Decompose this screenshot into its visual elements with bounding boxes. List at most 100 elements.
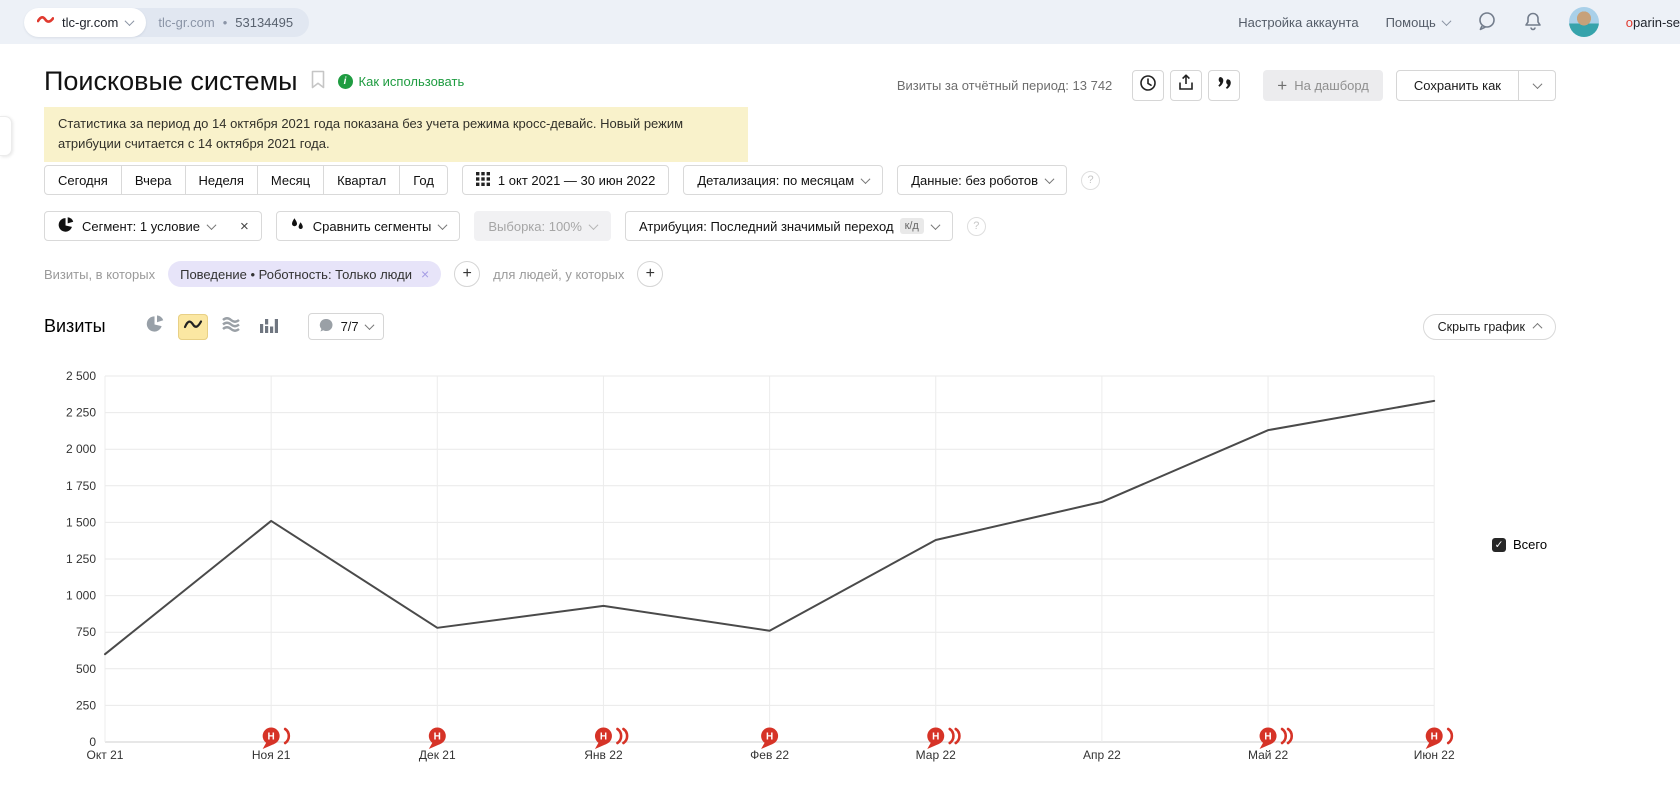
visits-period-label: Визиты за отчётный период: xyxy=(896,78,1069,93)
sidebar-toggle-flap[interactable] xyxy=(0,116,12,156)
avatar[interactable] xyxy=(1568,7,1599,37)
save-as-button[interactable]: Сохранить как xyxy=(1395,70,1519,101)
compare-segments-dropdown[interactable]: Сравнить сегменты xyxy=(275,211,461,241)
area-chart-icon xyxy=(221,316,241,337)
detalization-dropdown[interactable]: Детализация: по месяцам xyxy=(683,165,884,195)
counter-selector[interactable]: tlc-gr.com xyxy=(24,7,147,37)
column-chart-type-button[interactable] xyxy=(254,314,284,340)
attribution-badge: к/д xyxy=(899,218,924,234)
save-as-dropdown[interactable] xyxy=(1519,70,1556,101)
annotations-dropdown[interactable]: 7/7 xyxy=(307,313,384,340)
period-tab-3[interactable]: Месяц xyxy=(256,165,325,195)
svg-text:Н: Н xyxy=(434,732,441,743)
add-to-dashboard-label: На дашборд xyxy=(1294,78,1369,93)
y-axis-tick: 2 500 xyxy=(66,369,96,383)
help-menu[interactable]: Помощь xyxy=(1386,15,1452,30)
cross-device-notice: Статистика за период до 14 октября 2021 … xyxy=(44,107,748,162)
svg-text:Н: Н xyxy=(1431,732,1438,743)
checkbox-icon[interactable]: ✓ xyxy=(1492,537,1506,552)
compare-drops-icon xyxy=(290,217,305,235)
export-button[interactable] xyxy=(1170,70,1203,101)
column-chart-icon xyxy=(259,316,279,338)
counter-info: tlc-gr.com • 53134495 xyxy=(146,15,309,30)
report-actions: Визиты за отчётный период: 13 742 + На д… xyxy=(897,70,1556,101)
close-icon[interactable]: × xyxy=(421,266,429,282)
y-axis-tick: 1 250 xyxy=(66,552,96,566)
segment-dropdown[interactable]: Сегмент: 1 условие xyxy=(44,211,229,241)
chevron-down-icon xyxy=(1441,15,1452,26)
bookmark-icon[interactable] xyxy=(311,70,325,94)
y-axis-tick: 2 000 xyxy=(66,442,96,456)
attribution-label: Атрибуция: Последний значимый переход xyxy=(638,218,894,234)
x-axis-label: Дек 21 xyxy=(419,748,456,762)
metrica-logo-icon xyxy=(36,15,55,30)
compare-segments-label: Сравнить сегменты xyxy=(312,218,432,234)
help-question-icon[interactable]: ? xyxy=(1081,170,1101,190)
annotations-count: 7/7 xyxy=(340,319,359,334)
chevron-down-icon xyxy=(124,15,135,26)
period-tabs: Сегодня Вчера Неделя Месяц Квартал Год xyxy=(44,165,448,195)
chart-legend: ✓ Всего xyxy=(1492,537,1547,552)
y-axis-tick: 250 xyxy=(76,698,96,712)
y-axis-tick: 0 xyxy=(89,735,96,749)
counter-info-name: tlc-gr.com xyxy=(158,14,215,30)
period-filter-row: Сегодня Вчера Неделя Месяц Квартал Год 1 окт … xyxy=(44,165,1101,195)
username[interactable]: oparin-se xyxy=(1626,15,1680,30)
add-visit-condition-button[interactable]: + xyxy=(454,261,481,287)
chevron-up-icon xyxy=(1532,322,1543,333)
x-axis-label: Ноя 21 xyxy=(252,748,291,762)
account-settings-link[interactable]: Настройка аккаунта xyxy=(1238,15,1358,30)
area-chart-type-button[interactable] xyxy=(216,314,246,340)
how-to-use-link[interactable]: i Как использовать xyxy=(337,74,464,89)
save-as-split-button: Сохранить как xyxy=(1395,70,1556,101)
period-tab-1[interactable]: Вчера xyxy=(120,165,186,195)
detalization-label: Детализация: по месяцам xyxy=(697,172,855,188)
segment-split-button: Сегмент: 1 условие × xyxy=(44,211,262,241)
period-tab-2[interactable]: Неделя xyxy=(184,165,258,195)
sampling-dropdown[interactable]: Выборка: 100% xyxy=(474,211,611,241)
bell-icon[interactable] xyxy=(1524,11,1542,34)
chat-bubble-icon[interactable] xyxy=(1477,11,1497,34)
segment-condition-text: Поведение • Роботность: Только люди xyxy=(180,266,412,282)
period-tab-5[interactable]: Год xyxy=(399,165,448,195)
segment-clear-button[interactable]: × xyxy=(227,211,262,241)
metrica-report-page: tlc-gr.com tlc-gr.com • 53134495 Настрой… xyxy=(0,0,1680,785)
visits-line-chart[interactable]: 0 250 500 750 1 000 1 250 1 500 1 750 2 000 2 250… xyxy=(0,356,1680,776)
plus-icon: + xyxy=(1277,76,1288,95)
x-axis-label: Апр 22 xyxy=(1083,748,1121,762)
counter-name: tlc-gr.com xyxy=(62,14,119,30)
hide-chart-button[interactable]: Скрыть график xyxy=(1422,313,1556,340)
add-people-condition-button[interactable]: + xyxy=(637,261,664,287)
clock-icon xyxy=(1139,74,1157,97)
pie-chart-icon xyxy=(146,315,164,338)
chart-metric-label: Визиты xyxy=(44,316,106,336)
legend-total-label: Всего xyxy=(1513,537,1548,552)
pie-chart-type-button[interactable] xyxy=(140,314,170,340)
segment-pie-icon xyxy=(58,216,74,236)
date-range-button[interactable]: 1 окт 2021 — 30 июн 2022 xyxy=(461,165,670,195)
counter-id: 53134495 xyxy=(235,14,294,30)
data-mode-dropdown[interactable]: Данные: без роботов xyxy=(897,165,1068,195)
y-axis-tick: 750 xyxy=(76,625,96,639)
line-chart-type-button[interactable] xyxy=(177,313,208,340)
x-axis-label: Окт 21 xyxy=(87,748,124,762)
svg-text:Н: Н xyxy=(600,732,607,743)
attribution-dropdown[interactable]: Атрибуция: Последний значимый переход к/… xyxy=(624,211,953,241)
chart-toolbar: Визиты 7/7 Скрыть график xyxy=(44,313,1556,340)
add-to-dashboard-button[interactable]: + На дашборд xyxy=(1263,70,1383,101)
calendar-grid-icon xyxy=(475,171,490,189)
segment-filter-row: Сегмент: 1 условие × Сравнить сегменты В… xyxy=(44,211,986,241)
help-question-icon[interactable]: ? xyxy=(966,216,986,236)
history-button[interactable] xyxy=(1132,70,1165,101)
page-title: Поисковые системы xyxy=(44,66,298,96)
visits-period-info: Визиты за отчётный период: 13 742 xyxy=(897,78,1112,93)
x-axis-label: Фев 22 xyxy=(750,748,789,762)
chevron-down-icon xyxy=(437,219,448,230)
notes-button[interactable] xyxy=(1208,70,1241,101)
segment-condition-chip[interactable]: Поведение • Роботность: Только люди × xyxy=(168,261,442,287)
quotes-icon xyxy=(1216,76,1232,95)
period-tab-4[interactable]: Квартал xyxy=(323,165,401,195)
period-tab-0[interactable]: Сегодня xyxy=(44,165,122,195)
y-axis-tick: 500 xyxy=(76,662,96,676)
info-icon: i xyxy=(337,74,353,89)
